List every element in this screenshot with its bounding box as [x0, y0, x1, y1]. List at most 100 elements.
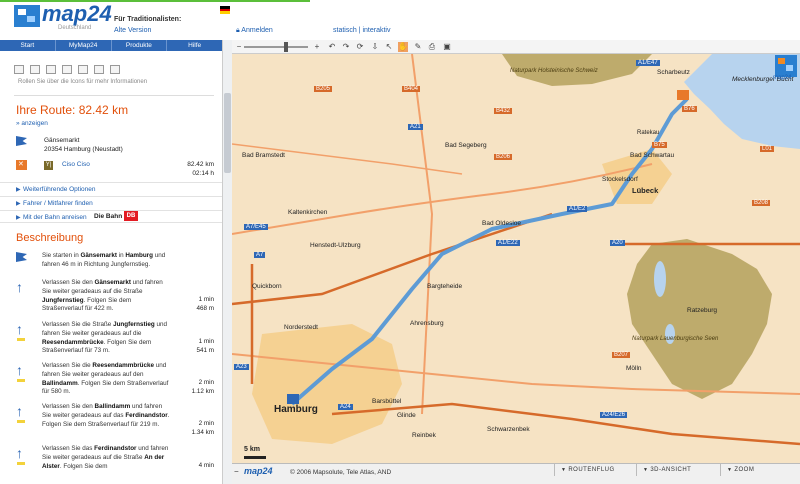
road-label: B404	[402, 86, 421, 92]
map-label: Ahrensburg	[410, 320, 444, 327]
road-label: B76	[682, 106, 697, 112]
redo-icon[interactable]: ⟳	[355, 42, 365, 52]
road-label: L01	[760, 146, 775, 152]
nav-item-produkte[interactable]: Produkte	[112, 40, 168, 51]
map-label: Norderstedt	[284, 324, 318, 331]
option-further[interactable]: ▶ Weiterführende Optionen	[0, 182, 222, 195]
bottom-logo: map24	[244, 466, 273, 476]
mode-interactive-link[interactable]: interaktiv	[362, 27, 390, 34]
scrollbar-thumb[interactable]	[224, 93, 231, 173]
road-label: A1/E2	[567, 206, 588, 212]
step-distance: 1.34 km	[191, 429, 214, 436]
option-label: Weiterführende Optionen	[23, 186, 96, 193]
road-label: A24/E26	[600, 412, 628, 418]
logo-mark-icon	[14, 5, 40, 27]
road-label: A23	[234, 364, 249, 370]
header: map24 Deutschland Für Traditionalisten: …	[0, 0, 800, 40]
cursor-icon[interactable]: ↖	[384, 42, 394, 52]
road-label: B206	[494, 154, 513, 160]
nav-item-start[interactable]: Start	[0, 40, 56, 51]
step-text: Verlassen Sie die Reesendammbrücke und f…	[42, 362, 169, 396]
mobile-icon[interactable]	[110, 65, 120, 74]
bottom-zoom-out-icon[interactable]: −	[234, 467, 239, 476]
option-rideshare[interactable]: ▶ Fahrer / Mitfahrer finden	[0, 196, 222, 209]
zoom-button[interactable]: ZOOM	[720, 464, 800, 476]
park-label: Naturpark Holsteinische Schweiz	[510, 68, 598, 74]
step-text: Verlassen Sie den Gänsemarkt und fahren …	[42, 279, 163, 313]
document-icon[interactable]	[14, 65, 24, 74]
road-label: B207	[612, 352, 631, 358]
map-label: Barsbüttel	[372, 398, 402, 405]
nav-item-hilfe[interactable]: Hilfe	[167, 40, 222, 51]
start-flag-icon	[16, 136, 27, 146]
step-text: Verlassen Sie den Ballindamm und fahren …	[42, 403, 170, 428]
view-mode-switch: statisch | interaktiv	[333, 27, 390, 34]
map24-corner-logo-icon	[775, 55, 797, 77]
main-nav: Start MyMap24 Produkte Hilfe	[0, 40, 222, 51]
print-icon[interactable]	[30, 65, 40, 74]
db-logo-icon[interactable]: DB	[124, 211, 138, 221]
description-title: Beschreibung	[16, 232, 84, 244]
zoom-slider[interactable]	[244, 46, 308, 48]
route-tools	[14, 65, 120, 74]
road-label: B208	[752, 200, 771, 206]
download-icon[interactable]: ⇩	[370, 42, 380, 52]
layers-icon[interactable]: ▣	[442, 42, 452, 52]
3d-view-button[interactable]: 3D-ANSICHT	[636, 464, 720, 476]
save-icon[interactable]	[78, 65, 88, 74]
destination-link[interactable]: Ciso Ciso	[62, 161, 90, 168]
scale-label: 5 km	[244, 446, 260, 453]
german-flag-icon[interactable]	[220, 6, 230, 14]
map24-logo[interactable]: map24 Deutschland	[14, 1, 112, 33]
map-canvas[interactable]: Scharbeutz Mecklenburger Bucht Bad Brams…	[232, 54, 800, 463]
straight-arrow-icon: ↑	[16, 446, 26, 465]
destination-marker-icon[interactable]	[677, 90, 689, 100]
email-icon[interactable]	[62, 65, 72, 74]
show-route-link[interactable]: » anzeigen	[16, 120, 48, 127]
mode-static-link[interactable]: statisch	[333, 27, 357, 34]
start-address-city: 20354 Hamburg (Neustadt)	[44, 146, 123, 153]
total-distance: 82.42 km	[187, 161, 214, 168]
step-time: 4 min	[198, 462, 214, 469]
start-marker-icon[interactable]	[287, 394, 299, 404]
back-icon[interactable]: ↶	[327, 42, 337, 52]
divider	[14, 95, 214, 96]
measure-icon[interactable]: ✎	[413, 42, 423, 52]
road-label: A1/E22	[496, 240, 520, 246]
nav-item-mymap24[interactable]: MyMap24	[56, 40, 112, 51]
map-toolbar: − + ↶ ↷ ⟳ ⇩ ↖ ✋ ✎ ⎙ ▣	[232, 40, 800, 54]
map-label: Mölln	[626, 365, 642, 372]
sidebar-scrollbar[interactable]	[222, 40, 232, 484]
export-icon[interactable]	[94, 65, 104, 74]
lock-icon: 🔒︎	[236, 27, 240, 34]
hand-pan-icon[interactable]: ✋	[398, 42, 408, 52]
step-distance: 541 m	[196, 347, 214, 354]
restaurant-icon: Y|	[44, 161, 53, 170]
straight-arrow-icon: ↑	[16, 279, 23, 295]
map-label: Glinde	[397, 412, 416, 419]
logo-name: map24	[42, 1, 112, 26]
map-label: Henstedt-Ulzburg	[310, 242, 361, 249]
step-time: 2 min	[198, 420, 214, 427]
map24-corner-label: map24	[773, 75, 792, 81]
forward-icon[interactable]: ↷	[341, 42, 351, 52]
map-label: Scharbeutz	[657, 69, 690, 76]
road-label: B75	[652, 142, 667, 148]
print-map-icon[interactable]	[46, 65, 56, 74]
road-label: A7	[254, 252, 266, 258]
print-icon[interactable]: ⎙	[427, 42, 437, 52]
straight-arrow-icon: ↑	[16, 404, 26, 423]
login-link[interactable]: 🔒︎ Anmelden	[236, 27, 273, 35]
map-label: Ratekau	[637, 130, 660, 136]
map-label: Bad Segeberg	[445, 142, 487, 149]
map-label: Lübeck	[632, 186, 659, 195]
map-label: Reinbek	[412, 432, 436, 439]
map-label: Bad Schwartau	[630, 152, 675, 159]
destination-flag-icon	[16, 160, 27, 170]
expand-icon: ▶	[16, 201, 21, 207]
zoom-slider-knob[interactable]	[284, 42, 288, 52]
zoom-out-icon[interactable]: −	[234, 42, 244, 52]
zoom-in-icon[interactable]: +	[312, 42, 322, 52]
old-version-link[interactable]: Alte Version	[114, 27, 151, 34]
routenflug-button[interactable]: ROUTENFLUG	[554, 464, 636, 476]
